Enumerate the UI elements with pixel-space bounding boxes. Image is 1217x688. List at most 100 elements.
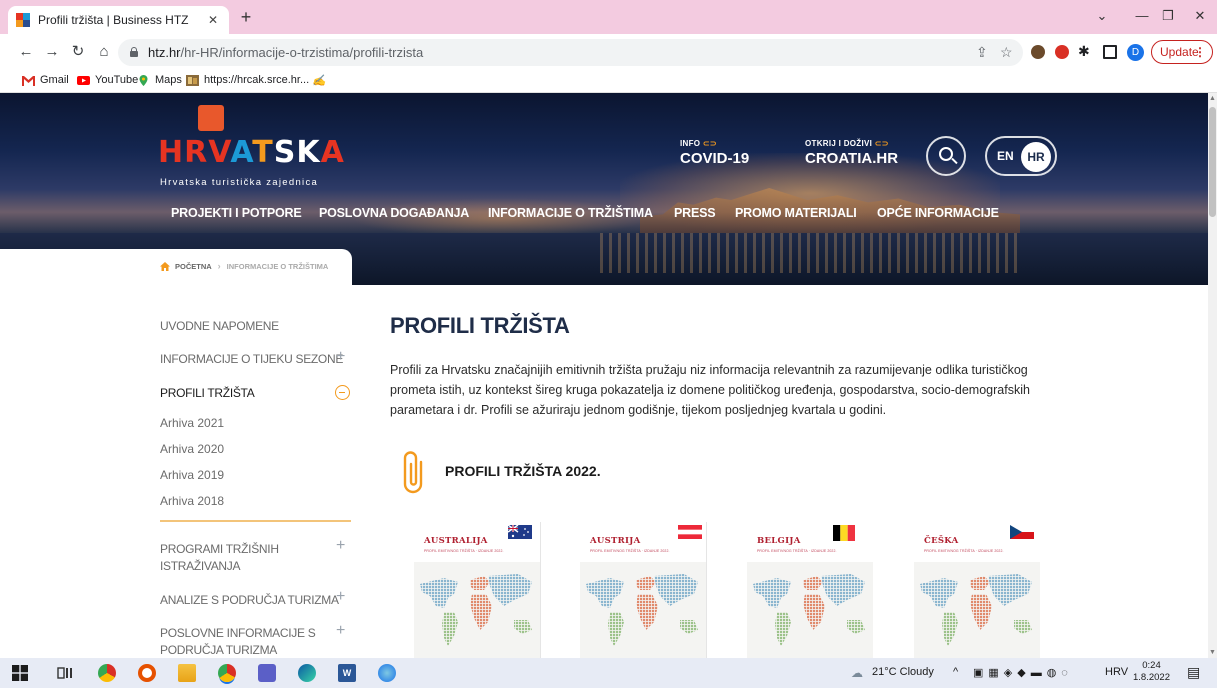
expand-plus-icon[interactable]: +	[336, 538, 345, 554]
lang-en-option[interactable]: EN	[997, 149, 1014, 163]
nav-promo-materijali[interactable]: PROMO MATERIJALI	[735, 206, 857, 220]
reload-button[interactable]: ↻	[68, 43, 88, 61]
sidebar-item-uvodne-napomene[interactable]: UVODNE NAPOMENE	[160, 318, 279, 334]
chrome-taskbar-icon[interactable]	[98, 664, 116, 682]
bookmark-star-icon[interactable]: ☆	[1000, 44, 1013, 61]
sidebar-item-profili-trzista[interactable]: PROFILI TRŽIŠTA	[160, 385, 255, 401]
nav-projekti[interactable]: PROJEKTI I POTPORE	[171, 206, 302, 220]
scrollbar-thumb[interactable]	[1209, 107, 1216, 217]
profile-avatar[interactable]: D	[1127, 44, 1144, 61]
breadcrumb-current: INFORMACIJE O TRŽIŠTIMA	[226, 261, 329, 271]
breadcrumb-home[interactable]: POČETNA	[175, 262, 212, 271]
sidebar-item-poslovne-line1[interactable]: POSLOVNE INFORMACIJE S	[160, 625, 316, 641]
weather-text[interactable]: 21°C Cloudy	[872, 666, 934, 678]
expand-plus-icon[interactable]: +	[336, 589, 345, 605]
sidebar-archive-2018[interactable]: Arhiva 2018	[160, 494, 224, 508]
close-window-button[interactable]: ✕	[1190, 8, 1210, 24]
extensions-puzzle-icon[interactable]: ✱	[1078, 43, 1090, 60]
opera-taskbar-icon[interactable]	[138, 664, 156, 682]
site-search-button[interactable]	[926, 136, 966, 176]
word-icon[interactable]: W	[338, 664, 356, 682]
file-explorer-icon[interactable]	[178, 664, 196, 682]
link-icon: ⊂⊃	[702, 139, 717, 148]
share-icon[interactable]: ⇪	[976, 44, 988, 61]
forward-button[interactable]: →	[42, 43, 62, 61]
task-view-icon[interactable]	[56, 664, 74, 682]
hrcak-icon	[186, 74, 199, 86]
sidebar-item-programi-line2[interactable]: ISTRAŽIVANJA	[160, 558, 241, 574]
windows-start-icon[interactable]	[12, 665, 28, 681]
url-text: htz.hr/hr-HR/informacije-o-trzistima/pro…	[148, 45, 424, 60]
adblock-plus-icon[interactable]	[1055, 45, 1069, 59]
bookmark-youtube[interactable]: YouTube	[77, 74, 138, 86]
market-card-belgija[interactable]: BELGIJA PROFIL EMITIVNOG TRŽIŠTA · IZDAN…	[747, 522, 873, 658]
expand-plus-icon[interactable]: +	[336, 623, 345, 639]
sidebar-item-poslovne-line2[interactable]: PODRUČJA TURIZMA	[160, 642, 277, 658]
tab-close-icon[interactable]: ✕	[205, 13, 221, 27]
home-icon[interactable]	[160, 261, 170, 271]
tab-strip: Profili tržišta | Business HTZ ✕ + ⌄ — ❐…	[0, 0, 1217, 34]
minimize-button[interactable]: —	[1132, 8, 1152, 23]
scroll-down-arrow-icon[interactable]: ▼	[1209, 649, 1216, 656]
page-scrollbar[interactable]: ▲ ▼	[1208, 93, 1217, 658]
logo-square-icon	[198, 105, 224, 131]
sidebar-item-analize[interactable]: ANALIZE S PODRUČJA TURIZMA	[160, 592, 339, 608]
windows-taskbar: W ☁ 21°C Cloudy ^ ▣▦◈◆▬◍◌ HRV 0:24 1.8.2…	[0, 658, 1217, 688]
extension-cookie-icon[interactable]	[1031, 45, 1045, 59]
scroll-up-arrow-icon[interactable]: ▲	[1209, 95, 1216, 102]
sidebar-item-programi-line1[interactable]: PROGRAMI TRŽIŠNIH	[160, 541, 279, 557]
market-card-austrija[interactable]: AUSTRIJA PROFIL EMITIVNOG TRŽIŠTA · IZDA…	[580, 522, 706, 658]
notification-icon[interactable]: ▤	[1187, 664, 1200, 681]
logo-wordmark: HRVATSKA	[158, 135, 345, 170]
collapse-minus-icon[interactable]	[335, 385, 350, 400]
nav-opce-informacije[interactable]: OPĆE INFORMACIJE	[877, 206, 999, 220]
back-button[interactable]: ←	[16, 43, 36, 61]
address-bar[interactable]: htz.hr/hr-HR/informacije-o-trzistima/pro…	[118, 39, 1023, 66]
language-toggle[interactable]: EN HR	[985, 136, 1057, 176]
cloud-icon: ☁	[851, 666, 863, 680]
paperclip-icon	[403, 451, 423, 494]
sidebar-archive-2020[interactable]: Arhiva 2020	[160, 442, 224, 456]
maximize-button[interactable]: ❐	[1158, 8, 1178, 24]
page-title: PROFILI TRŽIŠTA	[390, 313, 570, 338]
expand-plus-icon[interactable]: +	[336, 349, 345, 365]
lock-icon[interactable]	[130, 47, 138, 57]
teams-icon[interactable]	[258, 664, 276, 682]
card-subtitle: PROFIL EMITIVNOG TRŽIŠTA · IZDANJE 2022.	[424, 549, 504, 553]
croatia-hr-link[interactable]: OTKRIJ I DOŽIVI ⊂⊃ CROATIA.HR	[805, 139, 898, 167]
nav-poslovna-dogadanja[interactable]: POSLOVNA DOGAĐANJA	[319, 206, 469, 220]
covid-info-link[interactable]: INFO ⊂⊃ COVID-19	[680, 139, 749, 167]
austria-flag-icon	[678, 525, 702, 539]
sidebar-archive-2021[interactable]: Arhiva 2021	[160, 416, 224, 430]
market-card-ceska[interactable]: ČEŠKA PROFIL EMITIVNOG TRŽIŠTA · IZDANJE…	[914, 522, 1040, 658]
link-icon: ⊂⊃	[874, 139, 889, 148]
chrome-active-icon[interactable]	[218, 664, 236, 682]
section-title: PROFILI TRŽIŠTA 2022.	[445, 463, 601, 479]
sidebar-item-tijek-sezone[interactable]: INFORMACIJE O TIJEKU SEZONE	[160, 351, 343, 367]
market-card-australija[interactable]: AUSTRALIJA PROFIL EMITIVNOG TRŽIŠTA · IZ…	[414, 522, 540, 658]
lang-hr-option[interactable]: HR	[1021, 142, 1051, 172]
tab-search-icon[interactable]: ⌄	[1092, 8, 1112, 24]
chevron-right-icon: ›	[217, 261, 221, 271]
sidebar-archive-2019[interactable]: Arhiva 2019	[160, 468, 224, 482]
tray-icons[interactable]: ▣▦◈◆▬◍◌	[973, 666, 1073, 679]
edge-icon[interactable]	[298, 664, 316, 682]
bookmark-hrcak[interactable]: https://hrcak.srce.hr...	[186, 74, 309, 86]
tray-chevron-icon[interactable]: ^	[953, 666, 958, 678]
bookmark-gmail[interactable]: Gmail	[22, 74, 69, 86]
bookmark-maps[interactable]: Maps	[137, 74, 182, 86]
new-tab-button[interactable]: +	[236, 8, 256, 26]
bookmark-signature-icon[interactable]: ✍	[312, 74, 326, 87]
nav-informacije-o-trzistima[interactable]: INFORMACIJE O TRŽIŠTIMA	[488, 206, 653, 220]
system-clock[interactable]: 0:24 1.8.2022	[1133, 660, 1170, 684]
htz-favicon-icon	[16, 13, 30, 27]
logo-subtitle: Hrvatska turistička zajednica	[160, 177, 319, 188]
app-icon[interactable]	[378, 664, 396, 682]
browser-tab-active[interactable]: Profili tržišta | Business HTZ ✕	[8, 6, 229, 34]
keyboard-language[interactable]: HRV	[1105, 666, 1128, 678]
update-button[interactable]: Update ⋮	[1151, 40, 1213, 64]
bookmarks-bar: Gmail YouTube Maps https://hrcak.srce.hr…	[0, 71, 1217, 93]
home-button[interactable]: ⌂	[94, 43, 114, 61]
side-panel-icon[interactable]	[1103, 45, 1117, 59]
nav-press[interactable]: PRESS	[674, 206, 716, 220]
